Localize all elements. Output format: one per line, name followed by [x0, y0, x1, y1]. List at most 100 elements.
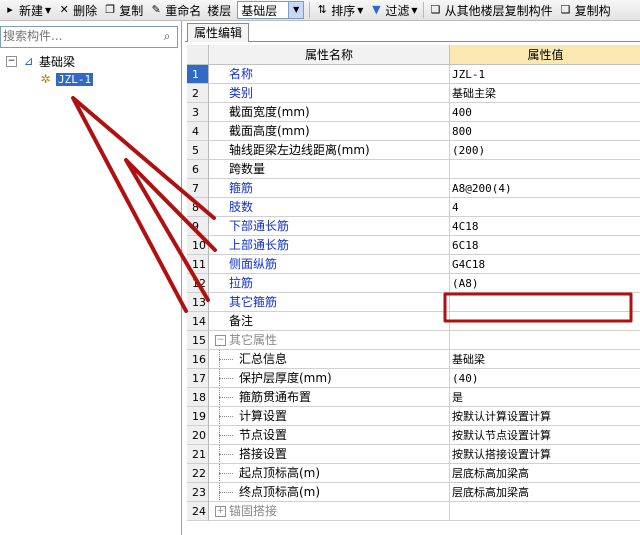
copy-icon: ❐ — [105, 3, 116, 16]
sort-button[interactable]: ⇅ 排序 ▼ — [312, 1, 366, 19]
delete-button[interactable]: ✕ 删除 — [54, 1, 100, 19]
component-tree-panel: ⌕ − ⊿ 基础梁 ✲ JZL-1 — [0, 21, 182, 535]
property-name-text: 汇总信息 — [239, 352, 288, 366]
table-row[interactable]: 19 计算设置 按默认计算设置计算 — [187, 407, 640, 426]
property-value[interactable]: 按默认计算设置计算 — [450, 407, 640, 426]
property-value[interactable]: (40) — [450, 369, 640, 388]
row-number: 4 — [187, 122, 209, 141]
property-name: 轴线距梁左边线距离(mm) — [209, 141, 450, 160]
floor-select-value: 基础层 — [241, 3, 278, 18]
property-value[interactable]: 400 — [450, 103, 640, 122]
tree-line — [219, 492, 233, 493]
search-icon[interactable]: ⌕ — [159, 28, 175, 44]
delete-label: 删除 — [73, 3, 98, 18]
property-value[interactable]: 4 — [450, 198, 640, 217]
search-input[interactable] — [1, 27, 155, 45]
tree-child-label: JZL-1 — [56, 73, 94, 86]
row-number: 13 — [187, 293, 209, 312]
property-value[interactable]: A8@200(4) — [450, 179, 640, 198]
table-row[interactable]: 11 侧面纵筋 G4C18 — [187, 255, 640, 274]
row-number: 7 — [187, 179, 209, 198]
collapse-icon[interactable]: − — [215, 335, 226, 346]
row-number: 6 — [187, 160, 209, 179]
row-number: 19 — [187, 407, 209, 426]
property-value[interactable]: JZL-1 — [450, 65, 640, 84]
toolbar-divider — [422, 2, 424, 18]
property-value[interactable] — [450, 502, 640, 521]
table-row[interactable]: 13 其它箍筋 — [187, 293, 640, 312]
table-row[interactable]: 24 + 锚固搭接 — [187, 502, 640, 521]
column-header-name: 属性名称 — [209, 45, 450, 65]
table-row[interactable]: 5 轴线距梁左边线距离(mm) (200) — [187, 141, 640, 160]
property-value[interactable]: 基础梁 — [450, 350, 640, 369]
tree-line — [219, 435, 233, 436]
property-value[interactable]: 层底标高加梁高 — [450, 464, 640, 483]
table-row[interactable]: 15− 其它属性 — [187, 331, 640, 350]
column-header-value: 属性值 — [450, 45, 640, 65]
row-number: 18 — [187, 388, 209, 407]
copy-to-label: 复制构 — [574, 3, 611, 18]
row-number: 10 — [187, 236, 209, 255]
property-value[interactable]: 是 — [450, 388, 640, 407]
property-name-text: 搭接设置 — [239, 447, 288, 461]
table-row[interactable]: 14 备注 — [187, 312, 640, 331]
rename-button[interactable]: ✎ 重命名 — [146, 1, 204, 19]
property-value[interactable]: 4C18 — [450, 217, 640, 236]
property-name: 上部通长筋 — [209, 236, 450, 255]
property-value[interactable]: G4C18 — [450, 255, 640, 274]
expand-icon[interactable]: + — [215, 506, 226, 517]
new-button[interactable]: ▸ 新建 ▼ — [0, 1, 54, 19]
table-row[interactable]: 8 肢数 4 — [187, 198, 640, 217]
property-value[interactable]: 按默认搭接设置计算 — [450, 445, 640, 464]
table-row[interactable]: 3 截面宽度(mm) 400 — [187, 103, 640, 122]
table-row[interactable]: 9 下部通长筋 4C18 — [187, 217, 640, 236]
property-value[interactable] — [450, 293, 640, 312]
table-row[interactable]: 12 拉筋 (A8) — [187, 274, 640, 293]
property-value[interactable]: 6C18 — [450, 236, 640, 255]
table-row[interactable]: 23 终点顶标高(m) 层底标高加梁高 — [187, 483, 640, 502]
property-value[interactable] — [450, 331, 640, 350]
property-value[interactable]: (A8) — [450, 274, 640, 293]
copy-button[interactable]: ❐ 复制 — [100, 1, 146, 19]
row-number: 22 — [187, 464, 209, 483]
table-row[interactable]: 16 汇总信息 基础梁 — [187, 350, 640, 369]
property-value[interactable] — [450, 312, 640, 331]
table-row[interactable]: 4 截面高度(mm) 800 — [187, 122, 640, 141]
property-value[interactable]: 层底标高加梁高 — [450, 483, 640, 502]
tree-line — [219, 473, 233, 474]
tab-bar: 属性编辑 — [185, 21, 640, 42]
table-row[interactable]: 22 起点顶标高(m) 层底标高加梁高 — [187, 464, 640, 483]
table-row[interactable]: 2 类别 基础主梁 — [187, 84, 640, 103]
floor-select[interactable]: 基础层 ▼ — [237, 1, 305, 19]
copy-from-floor-button[interactable]: ❏ 从其他楼层复制构件 — [426, 1, 556, 19]
table-row[interactable]: 20 节点设置 按默认节点设置计算 — [187, 426, 640, 445]
row-number: 16 — [187, 350, 209, 369]
property-value[interactable]: 按默认节点设置计算 — [450, 426, 640, 445]
property-name: 计算设置 — [209, 407, 450, 426]
property-value[interactable]: 800 — [450, 122, 640, 141]
table-row[interactable]: 18 箍筋贯通布置 是 — [187, 388, 640, 407]
property-value[interactable]: 基础主梁 — [450, 84, 640, 103]
row-number: 14 — [187, 312, 209, 331]
property-name: 节点设置 — [209, 426, 450, 445]
copy-to-button[interactable]: ❏ 复制构 — [556, 1, 614, 19]
table-row[interactable]: 7 箍筋 A8@200(4) — [187, 179, 640, 198]
tree-node-child[interactable]: ✲ JZL-1 — [38, 71, 94, 88]
row-number: 15 — [187, 331, 209, 350]
row-number: 24 — [187, 502, 209, 521]
table-row[interactable]: 6 跨数量 — [187, 160, 640, 179]
property-value[interactable]: (200) — [450, 141, 640, 160]
tab-property-edit[interactable]: 属性编辑 — [187, 23, 250, 42]
property-name: 肢数 — [209, 198, 450, 217]
table-row[interactable]: 1 名称 JZL-1 — [187, 65, 640, 84]
filter-button[interactable]: ▼ 过滤 ▼ — [366, 1, 420, 19]
tree-node-root[interactable]: − ⊿ 基础梁 — [6, 53, 75, 70]
table-row[interactable]: 21 搭接设置 按默认搭接设置计算 — [187, 445, 640, 464]
property-value[interactable] — [450, 160, 640, 179]
collapse-icon[interactable]: − — [6, 56, 17, 67]
table-row[interactable]: 10 上部通长筋 6C18 — [187, 236, 640, 255]
table-row[interactable]: 17 保护层厚度(mm) (40) — [187, 369, 640, 388]
property-name-text: 计算设置 — [239, 409, 288, 423]
tree-line — [219, 397, 233, 398]
copy-from-floor-label: 从其他楼层复制构件 — [444, 3, 553, 18]
